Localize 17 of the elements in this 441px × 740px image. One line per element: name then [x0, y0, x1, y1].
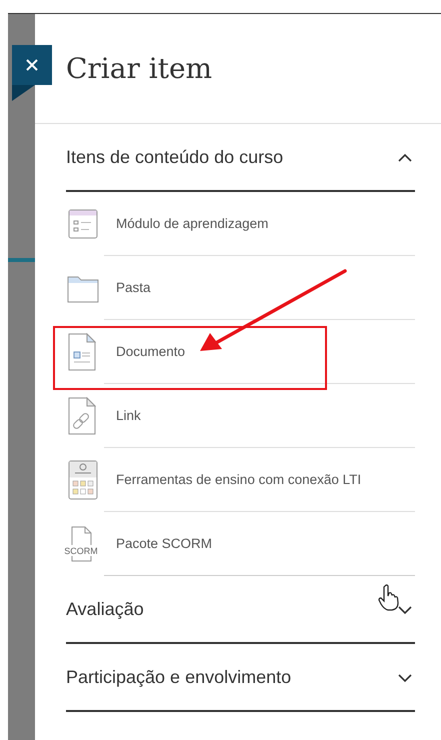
chevron-icon	[397, 152, 413, 162]
chevron-icon	[397, 604, 413, 614]
section-header[interactable]: Participação e envolvimento	[66, 644, 415, 712]
content-item[interactable]: Ferramentas de ensino com conexão LTI	[116, 472, 362, 487]
panel-title: Criar item	[35, 14, 441, 124]
content-item[interactable]: Documento	[116, 344, 186, 359]
content-item[interactable]: Pasta	[116, 280, 151, 295]
chevron-icon	[397, 672, 413, 682]
content-item[interactable]: Módulo de aprendizagem	[116, 216, 268, 231]
document-icon	[67, 333, 97, 371]
tools-icon	[67, 460, 99, 500]
section-header[interactable]: Avaliação	[66, 576, 415, 644]
link-icon	[67, 397, 97, 435]
content-item[interactable]: Link	[116, 408, 141, 423]
content-item[interactable]: Pacote SCORM	[116, 536, 212, 551]
close-icon	[24, 57, 40, 73]
section-header[interactable]: Itens de conteúdo do curso	[66, 124, 415, 192]
